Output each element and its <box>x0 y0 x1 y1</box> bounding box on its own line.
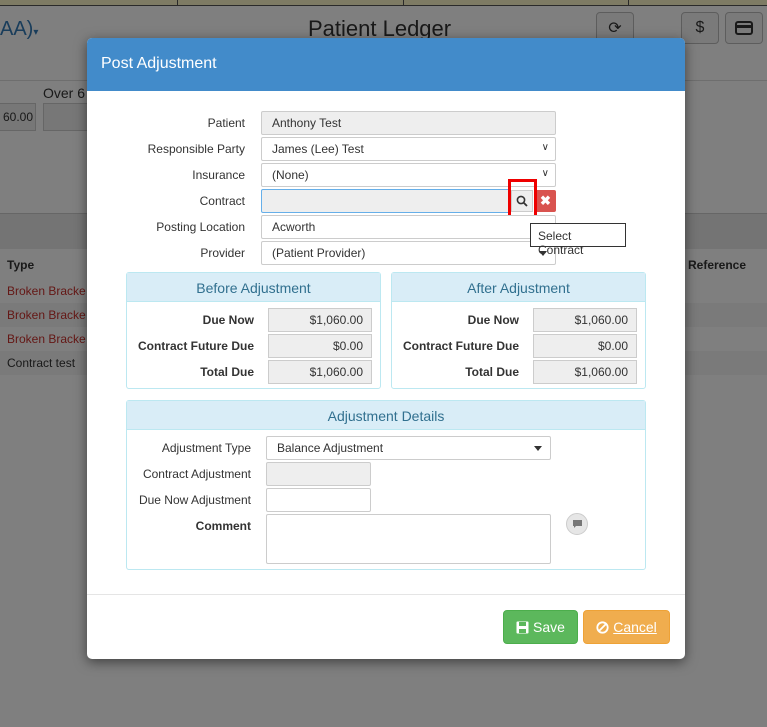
comment-textarea[interactable] <box>266 514 551 564</box>
adjustment-type-select[interactable]: Balance Adjustment <box>266 436 551 460</box>
before-contract-future-due: $0.00 <box>268 334 372 358</box>
after-contract-future-due: $0.00 <box>533 334 637 358</box>
posting-location-label: Posting Location <box>156 220 245 234</box>
cancel-label: Cancel <box>613 619 657 635</box>
due-now-adjustment-input[interactable] <box>266 488 371 512</box>
responsible-party-select[interactable]: James (Lee) Test ∨ <box>261 137 556 161</box>
after-adjustment-panel: After Adjustment Due Now $1,060.00 Contr… <box>391 272 646 389</box>
insurance-value: (None) <box>272 168 309 182</box>
caret-down-icon <box>534 446 542 451</box>
select-contract-tooltip: Select Contract <box>530 223 626 257</box>
insurance-label: Insurance <box>192 168 245 182</box>
after-adjustment-heading: After Adjustment <box>392 273 645 302</box>
close-icon: ✖ <box>540 193 551 208</box>
contract-field[interactable] <box>261 189 511 213</box>
save-button[interactable]: Save <box>503 610 578 644</box>
clear-contract-button[interactable]: ✖ <box>535 190 556 212</box>
posting-location-select[interactable]: Acworth <box>261 215 556 239</box>
comment-icon <box>572 520 582 528</box>
patient-field: Anthony Test <box>261 111 556 135</box>
after-due-now: $1,060.00 <box>533 308 637 332</box>
adjustment-details-panel: Adjustment Details Adjustment Type Balan… <box>126 400 646 570</box>
cancel-button[interactable]: Cancel <box>583 610 670 644</box>
adjustment-type-label: Adjustment Type <box>161 441 251 455</box>
contract-adjustment-input <box>266 462 371 486</box>
before-total-due: $1,060.00 <box>268 360 372 384</box>
chevron-down-icon: ∨ <box>541 142 549 153</box>
comment-label: Comment <box>195 519 251 533</box>
due-now-label: Due Now <box>467 313 519 327</box>
save-label: Save <box>533 619 565 635</box>
modal-title: Post Adjustment <box>87 38 685 91</box>
chevron-down-icon: ∨ <box>541 168 549 179</box>
responsible-party-label: Responsible Party <box>147 142 245 156</box>
contract-adjustment-label: Contract Adjustment <box>142 467 251 481</box>
after-total-due: $1,060.00 <box>533 360 637 384</box>
before-adjustment-heading: Before Adjustment <box>127 273 380 302</box>
total-due-label: Total Due <box>200 365 254 379</box>
contract-future-due-label: Contract Future Due <box>402 339 519 353</box>
provider-select[interactable]: (Patient Provider) <box>261 241 556 265</box>
patient-label: Patient <box>207 116 245 130</box>
contract-label: Contract <box>199 194 245 208</box>
comment-button[interactable] <box>566 513 588 535</box>
post-adjustment-modal: Post Adjustment Patient Anthony Test Res… <box>87 38 685 659</box>
ban-icon <box>596 620 609 634</box>
adjustment-details-heading: Adjustment Details <box>127 401 645 430</box>
before-adjustment-panel: Before Adjustment Due Now $1,060.00 Cont… <box>126 272 381 389</box>
due-now-adjustment-label: Due Now Adjustment <box>138 493 251 507</box>
provider-value: (Patient Provider) <box>272 246 366 260</box>
total-due-label: Total Due <box>465 365 519 379</box>
responsible-party-value: James (Lee) Test <box>272 142 364 156</box>
provider-label: Provider <box>200 246 245 260</box>
due-now-label: Due Now <box>202 313 254 327</box>
modal-footer-divider <box>87 594 685 595</box>
save-icon <box>516 621 529 633</box>
before-due-now: $1,060.00 <box>268 308 372 332</box>
posting-location-value: Acworth <box>272 220 316 234</box>
contract-future-due-label: Contract Future Due <box>137 339 254 353</box>
adjustment-type-value: Balance Adjustment <box>277 441 384 455</box>
